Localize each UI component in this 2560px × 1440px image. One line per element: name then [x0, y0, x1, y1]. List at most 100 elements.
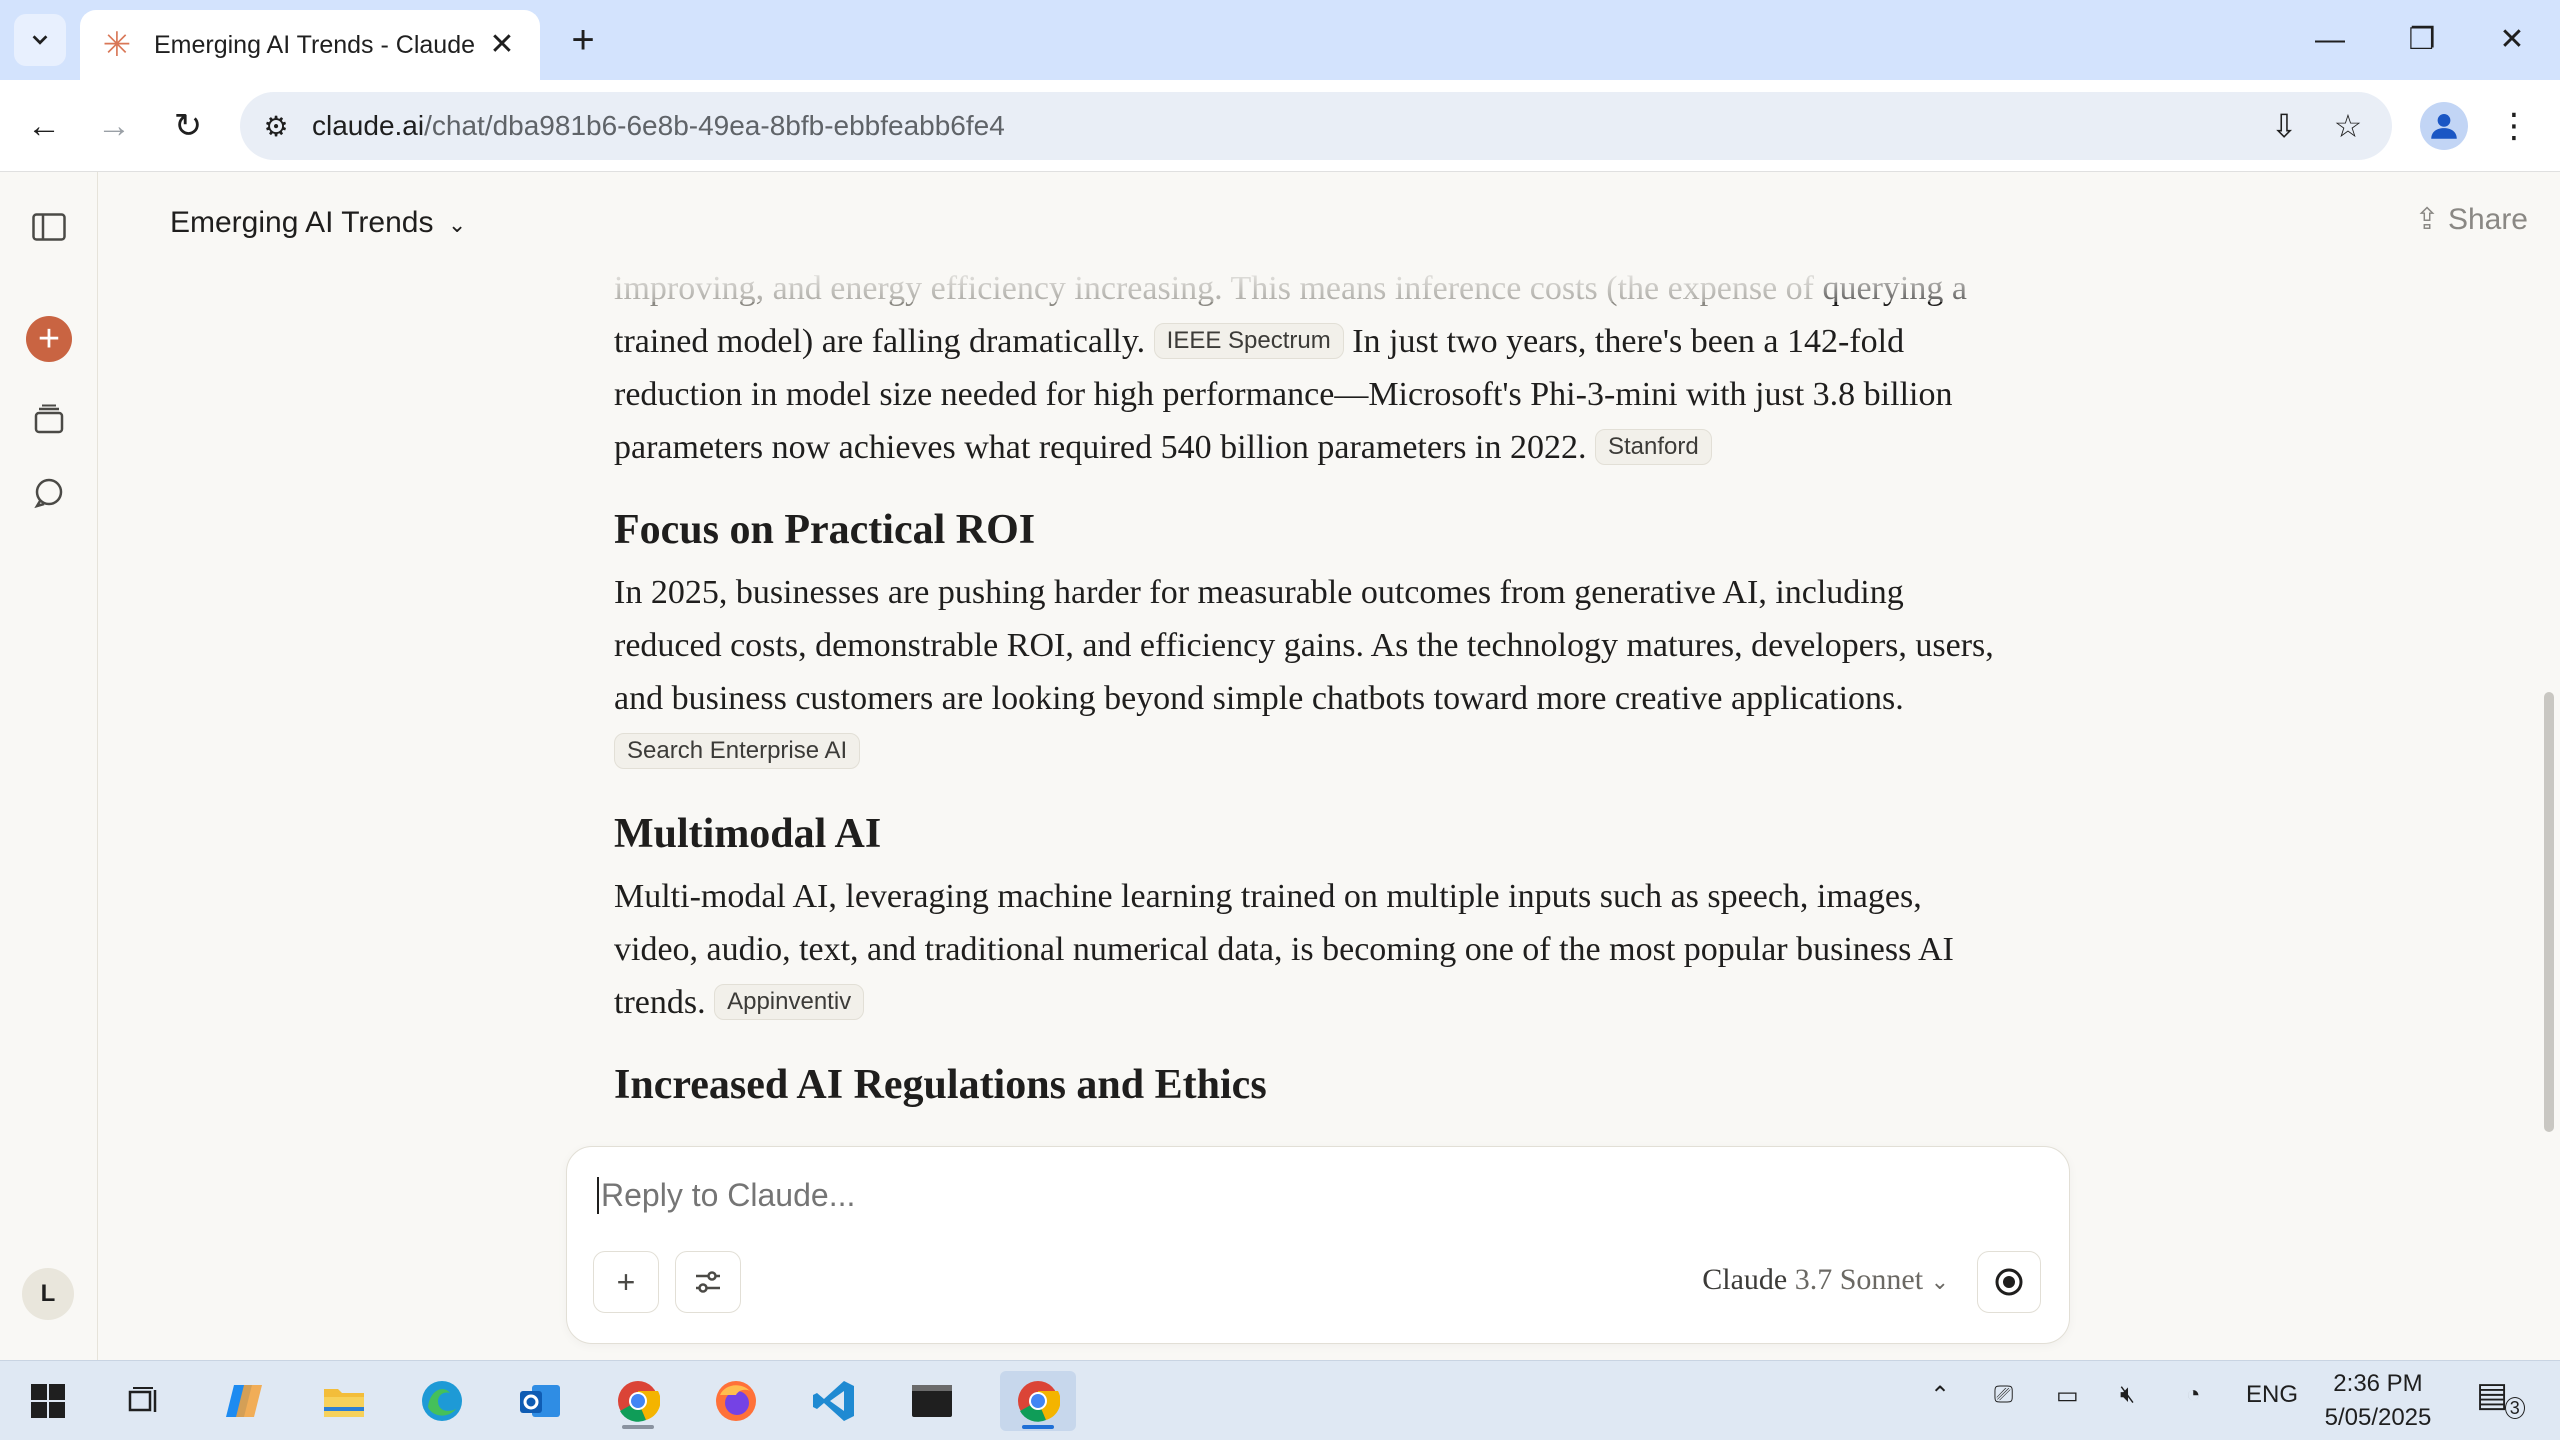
close-window-button[interactable]: ✕	[2482, 14, 2542, 66]
chats-button[interactable]	[24, 468, 74, 518]
projects-button[interactable]	[24, 394, 74, 444]
meet-now-icon[interactable]: ⎚	[1994, 1381, 2013, 1409]
share-icon: ⇪	[2414, 203, 2440, 236]
notification-count: 3	[2504, 1397, 2525, 1419]
new-tab-button[interactable]: +	[560, 18, 606, 64]
assistant-message: improving, and energy efficiency increas…	[614, 262, 1994, 1121]
back-button[interactable]: ←	[20, 102, 68, 150]
faded-text: improving, and energy efficiency increas…	[614, 270, 1814, 307]
terminal-icon	[912, 1385, 952, 1417]
site-info-icon[interactable]: ⚙	[240, 110, 312, 143]
citation-badge[interactable]: Appinventiv	[714, 984, 865, 1020]
record-icon	[1995, 1268, 2023, 1296]
task-view-button[interactable]	[114, 1371, 174, 1431]
reply-input[interactable]	[597, 1177, 1997, 1214]
model-version: 3.7	[1794, 1263, 1833, 1296]
battery-icon[interactable]: ▭	[2056, 1381, 2079, 1410]
edge-icon	[422, 1381, 462, 1421]
outlook-icon	[520, 1385, 560, 1417]
windows-taskbar: ⌃ ⎚ ▭ 🔇︎ ◔ ENG 2:36 PM 5/05/2025 ▤ 3	[0, 1360, 2560, 1440]
restore-button[interactable]: ❐	[2392, 14, 2452, 66]
terminal-app[interactable]	[902, 1371, 962, 1431]
person-icon	[2431, 113, 2457, 139]
sliders-icon	[696, 1271, 720, 1293]
outlook-app[interactable]	[510, 1371, 570, 1431]
folder-icon	[324, 1389, 364, 1417]
model-variant: Sonnet	[1839, 1263, 1924, 1296]
edge-app[interactable]	[412, 1371, 472, 1431]
windows-logo-icon	[31, 1384, 65, 1418]
paragraph-text: In 2025, businesses are pushing harder f…	[614, 574, 1994, 717]
share-label: Share	[2447, 203, 2528, 236]
chevron-down-icon	[32, 35, 48, 45]
firefox-app[interactable]	[706, 1371, 766, 1431]
paragraph-multimodal: Multi-modal AI, leveraging machine learn…	[614, 870, 1994, 1029]
clock-date: 5/05/2025	[2324, 1404, 2432, 1431]
chrome-icon	[618, 1381, 660, 1422]
minimize-button[interactable]: —	[2300, 14, 2360, 66]
tab-close-icon[interactable]: ✕	[484, 27, 520, 63]
citation-badge[interactable]: Search Enterprise AI	[614, 733, 861, 769]
notifications-button[interactable]: ▤ 3	[2476, 1375, 2535, 1419]
chat-bubble-icon	[34, 478, 63, 509]
file-explorer-app[interactable]	[314, 1371, 374, 1431]
claude-favicon-icon: ✳	[102, 26, 132, 64]
clock-time: 2:36 PM	[2333, 1370, 2423, 1397]
section-heading: Increased AI Regulations and Ethics	[614, 1062, 1267, 1108]
stack-icon	[34, 404, 64, 434]
sidebar-panel-icon	[32, 213, 66, 241]
new-chat-button[interactable]: +	[26, 316, 72, 362]
citation-badge[interactable]: Stanford	[1594, 429, 1712, 465]
copilot-app[interactable]	[214, 1371, 274, 1431]
tab-search-button[interactable]	[14, 14, 66, 66]
chevron-down-icon: ⌄	[1930, 1269, 1949, 1294]
page-scrollbar[interactable]	[2540, 172, 2560, 1360]
add-attachment-button[interactable]: +	[593, 1251, 659, 1313]
url-path: /chat/dba981b6-6e8b-49ea-8bfb-ebbfeabb6f…	[424, 110, 1005, 141]
user-avatar[interactable]: L	[22, 1268, 74, 1320]
language-indicator[interactable]: ENG	[2246, 1381, 2298, 1409]
conversation-header: Emerging AI Trends ⌄ ⇪ Share	[98, 172, 2560, 272]
conversation-title-button[interactable]: Emerging AI Trends ⌄	[170, 206, 466, 240]
firefox-icon	[716, 1381, 756, 1421]
model-name: Claude	[1702, 1263, 1788, 1296]
copilot-icon	[226, 1385, 262, 1417]
url-text: claude.ai/chat/dba981b6-6e8b-49ea-8bfb-e…	[312, 110, 1005, 142]
vscode-icon	[813, 1381, 854, 1421]
profile-avatar[interactable]	[2420, 102, 2468, 150]
task-view-icon	[128, 1387, 157, 1412]
browser-tab-active[interactable]: ✳ Emerging AI Trends - Claude ✕	[80, 10, 540, 80]
reload-button[interactable]: ↻	[164, 102, 212, 150]
section-heading: Focus on Practical ROI	[614, 507, 1036, 553]
voice-mode-button[interactable]	[1977, 1251, 2041, 1313]
citation-badge[interactable]: IEEE Spectrum	[1153, 323, 1344, 359]
show-hidden-icons-button[interactable]: ⌃	[1930, 1381, 1950, 1410]
paragraph-roi: In 2025, businesses are pushing harder f…	[614, 566, 1994, 778]
sidebar-toggle-button[interactable]	[24, 202, 74, 252]
vscode-app[interactable]	[804, 1371, 864, 1431]
section-heading: Multimodal AI	[614, 811, 882, 857]
notification-icon: ▤	[2476, 1376, 2509, 1414]
speaker-muted-icon[interactable]: 🔇︎	[2120, 1381, 2135, 1409]
tab-title: Emerging AI Trends - Claude	[154, 30, 475, 59]
model-selector[interactable]: Claude 3.7 Sonnet ⌄	[1702, 1263, 1949, 1297]
scrollbar-thumb[interactable]	[2544, 692, 2554, 1132]
bookmark-star-icon[interactable]: ☆	[2324, 102, 2372, 150]
browser-tab-bar: ✳ Emerging AI Trends - Claude ✕ + — ❐ ✕	[0, 0, 2560, 80]
chrome-app[interactable]	[608, 1371, 668, 1431]
browser-menu-button[interactable]: ⋮	[2490, 102, 2538, 150]
start-button[interactable]	[18, 1371, 78, 1431]
chrome-icon	[1018, 1381, 1060, 1422]
address-bar[interactable]: ⚙ claude.ai/chat/dba981b6-6e8b-49ea-8bfb…	[240, 92, 2392, 160]
share-button[interactable]: ⇪ Share	[2414, 202, 2528, 237]
tools-button[interactable]	[675, 1251, 741, 1313]
conversation-title: Emerging AI Trends	[170, 206, 434, 239]
forward-button[interactable]: →	[90, 102, 138, 150]
install-app-icon[interactable]: ⇩	[2260, 102, 2308, 150]
reply-composer: + Claude 3.7 Sonnet ⌄	[566, 1146, 2070, 1344]
chrome-app-active[interactable]	[1000, 1371, 1076, 1431]
browser-toolbar: ← → ↻ ⚙ claude.ai/chat/dba981b6-6e8b-49e…	[0, 80, 2560, 172]
wifi-icon[interactable]: ◔	[2186, 1381, 2201, 1409]
chevron-down-icon: ⌄	[447, 212, 467, 237]
clock[interactable]: 2:36 PM 5/05/2025	[2318, 1367, 2438, 1435]
